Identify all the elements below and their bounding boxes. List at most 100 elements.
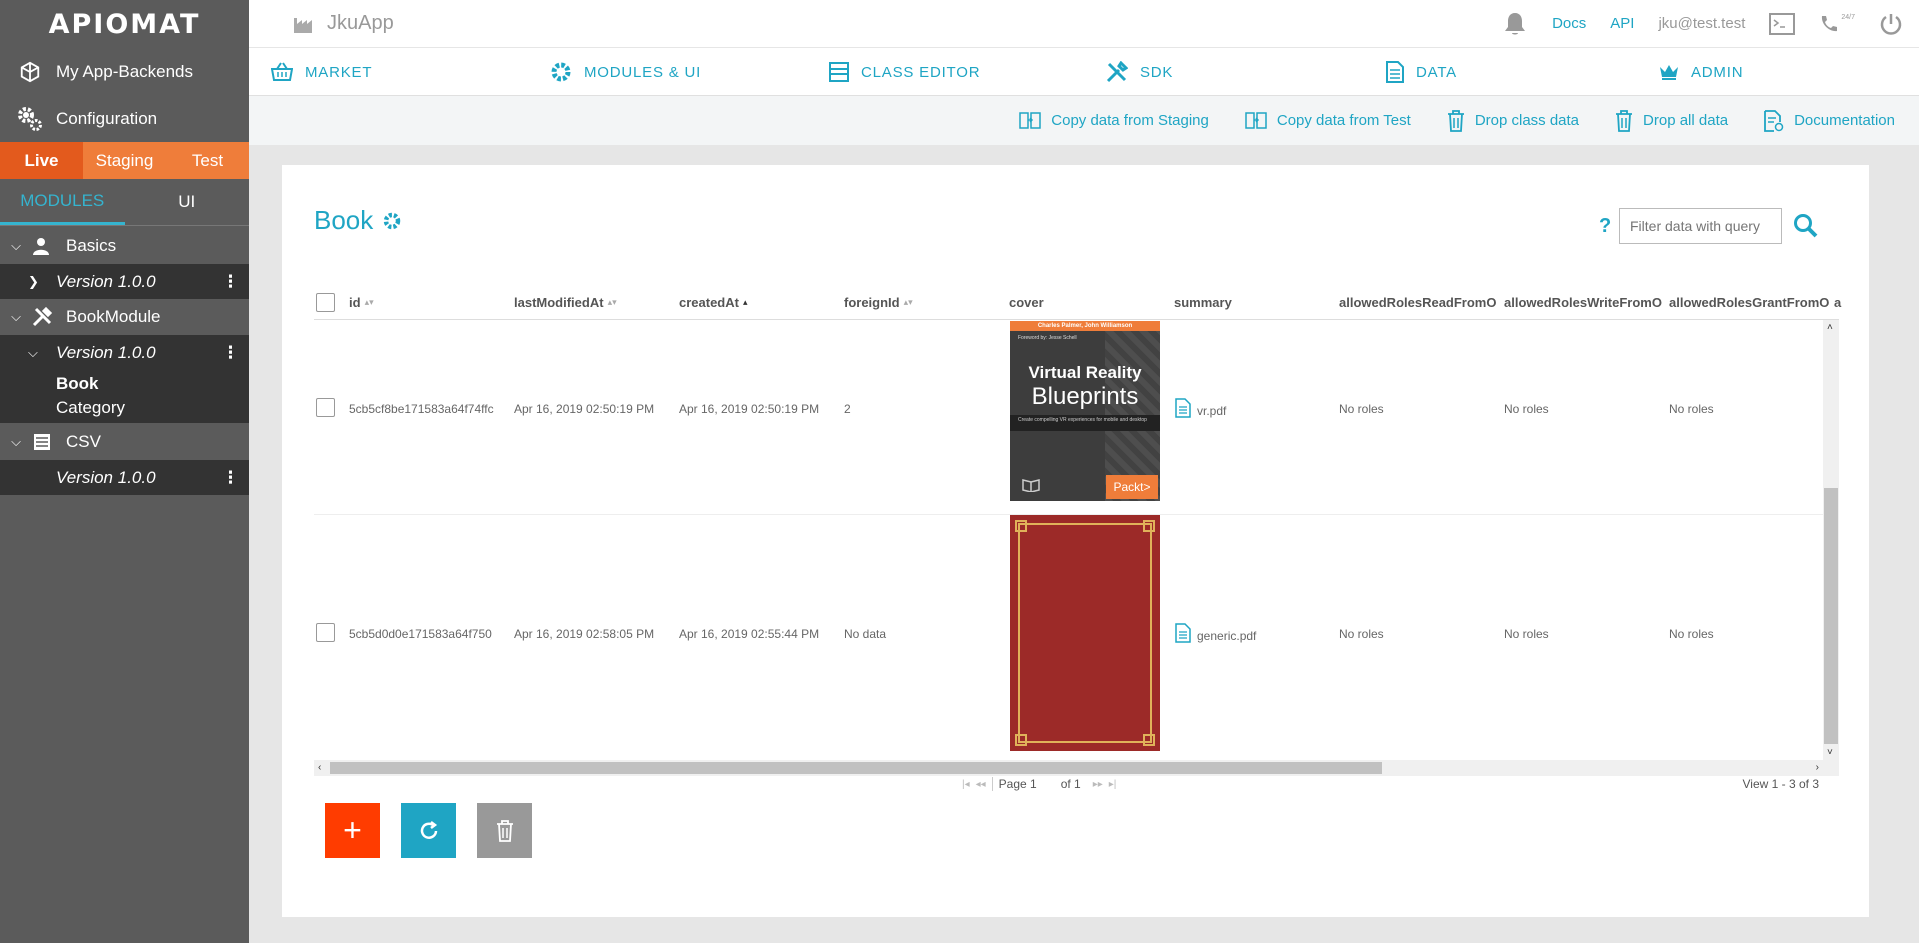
column-header-more[interactable]: a <box>1834 285 1842 320</box>
main-nav: MARKET MODULES & UI CLASS EDITOR SDK DAT… <box>249 48 1919 96</box>
cell-read-roles: No roles <box>1339 627 1384 641</box>
tab-ui[interactable]: UI <box>125 179 250 225</box>
class-item-book[interactable]: Book <box>0 371 249 396</box>
docs-link[interactable]: Docs <box>1540 0 1598 48</box>
copy-from-staging-button[interactable]: Copy data from Staging <box>1019 111 1209 130</box>
cell-foreignid: No data <box>844 627 887 641</box>
support-button[interactable]: 24/7 <box>1807 0 1867 48</box>
more-vertical-icon[interactable]: ⋮ <box>222 272 239 292</box>
module-csv[interactable]: ⌵ CSV <box>0 423 249 460</box>
column-header-lastmodifiedat[interactable]: lastModifiedAt ▴▾ <box>514 285 617 320</box>
terminal-button[interactable] <box>1757 0 1807 48</box>
cover-image-generic[interactable] <box>1010 515 1160 751</box>
delete-button[interactable] <box>477 803 532 858</box>
column-header-createdat[interactable]: createdAt ▴ <box>679 285 748 320</box>
sidebar: APIOMAT My App-Backends Configuration Li… <box>0 0 249 943</box>
cell-grant-roles: No roles <box>1669 402 1714 416</box>
cover-image-vr-blueprints[interactable]: Charles Palmer, John Williamson Foreword… <box>1010 321 1160 501</box>
env-tab-live[interactable]: Live <box>0 142 83 179</box>
next-page-icon[interactable]: ▸▸ <box>1093 779 1103 790</box>
page-label[interactable]: Page 1 <box>991 777 1037 791</box>
gear-icon[interactable] <box>383 212 401 230</box>
chevron-right-icon: ❯ <box>28 273 39 289</box>
user-icon <box>32 237 54 255</box>
user-email[interactable]: jku@test.test <box>1646 0 1757 48</box>
module-bookmodule[interactable]: ⌵ BookModule <box>0 299 249 335</box>
version-label: Version 1.0.0 <box>56 467 156 487</box>
api-link[interactable]: API <box>1598 0 1646 48</box>
last-page-icon[interactable]: ▸| <box>1109 779 1117 790</box>
module-version-basics[interactable]: ❯ Version 1.0.0 ⋮ <box>0 264 249 299</box>
filter-query-input[interactable] <box>1619 208 1782 244</box>
env-tab-test[interactable]: Test <box>166 142 249 179</box>
drop-class-data-button[interactable]: Drop class data <box>1447 109 1579 132</box>
notifications-button[interactable] <box>1490 0 1540 48</box>
corner-ornament <box>1143 734 1155 746</box>
sort-icon: ▴▾ <box>607 297 617 307</box>
app-name[interactable]: JkuApp <box>293 12 394 35</box>
nav-label: CLASS EDITOR <box>861 63 981 81</box>
module-version-csv[interactable]: Version 1.0.0 ⋮ <box>0 460 249 495</box>
topbar: JkuApp Docs API jku@test.test 24/7 <box>249 0 1919 48</box>
horizontal-scroll-thumb[interactable] <box>330 762 1382 774</box>
select-all-checkbox[interactable] <box>316 285 335 320</box>
table-row[interactable]: 5cb5cf8be171583a64f74ffc Apr 16, 2019 02… <box>314 320 1839 515</box>
page-title: Book <box>314 205 401 236</box>
file-icon <box>1175 398 1191 418</box>
nav-market[interactable]: MARKET <box>271 48 372 96</box>
action-bar: Copy data from Staging Copy data from Te… <box>249 96 1919 145</box>
summary-file-link[interactable]: generic.pdf <box>1175 623 1256 643</box>
scroll-left-icon[interactable]: ‹ <box>318 762 321 773</box>
more-vertical-icon[interactable]: ⋮ <box>222 468 239 488</box>
module-basics[interactable]: ⌵ Basics <box>0 228 249 264</box>
first-page-icon[interactable]: |◂ <box>962 779 970 790</box>
nav-data[interactable]: DATA <box>1386 48 1457 96</box>
column-header-allowedrolesread[interactable]: allowedRolesReadFromO <box>1339 285 1502 320</box>
refresh-button[interactable] <box>401 803 456 858</box>
column-header-id[interactable]: id ▴▾ <box>349 285 374 320</box>
drop-all-data-button[interactable]: Drop all data <box>1615 109 1728 132</box>
column-header-foreignid[interactable]: foreignId ▴▾ <box>844 285 913 320</box>
sidebar-item-configuration[interactable]: Configuration <box>0 95 249 142</box>
column-header-allowedrolesgrant[interactable]: allowedRolesGrantFromO <box>1669 285 1832 320</box>
row-checkbox[interactable] <box>316 623 335 642</box>
scroll-right-icon[interactable]: › <box>1816 762 1819 773</box>
summary-file-link[interactable]: vr.pdf <box>1175 398 1226 418</box>
vertical-scroll-thumb[interactable] <box>1824 488 1838 744</box>
search-icon[interactable] <box>1793 213 1819 244</box>
module-version-bookmodule[interactable]: ⌵ Version 1.0.0 ⋮ <box>0 335 249 371</box>
sort-asc-icon: ▴ <box>742 297 748 307</box>
sidebar-item-my-app-backends[interactable]: My App-Backends <box>0 48 249 95</box>
tab-modules[interactable]: MODULES <box>0 179 125 225</box>
action-label: Copy data from Test <box>1276 112 1411 129</box>
nav-sdk[interactable]: SDK <box>1106 48 1173 96</box>
class-item-category[interactable]: Category <box>0 396 249 423</box>
logout-button[interactable] <box>1867 0 1919 48</box>
environment-tabs: Live Staging Test <box>0 142 249 179</box>
copy-from-test-button[interactable]: Copy data from Test <box>1245 111 1411 130</box>
help-button[interactable]: ? <box>1599 215 1611 238</box>
documentation-button[interactable]: Documentation <box>1764 109 1895 132</box>
nav-admin[interactable]: ADMIN <box>1659 48 1743 96</box>
apiomat-logo[interactable]: APIOMAT <box>0 0 249 48</box>
page-of-label: of 1 <box>1060 777 1081 791</box>
prev-page-icon[interactable]: ◂◂ <box>976 779 986 790</box>
row-checkbox[interactable] <box>316 398 335 417</box>
nav-modules-ui[interactable]: MODULES & UI <box>550 48 701 96</box>
vertical-scrollbar[interactable]: ˄ ˅ <box>1823 320 1839 760</box>
file-name: generic.pdf <box>1197 629 1257 643</box>
column-header-allowedroleswrite[interactable]: allowedRolesWriteFromO <box>1504 285 1667 320</box>
add-button[interactable]: + <box>325 803 380 858</box>
env-tab-staging[interactable]: Staging <box>83 142 166 179</box>
nav-class-editor[interactable]: CLASS EDITOR <box>829 48 980 96</box>
data-table: id ▴▾ lastModifiedAt ▴▾ createdAt ▴ foreign… <box>314 285 1842 776</box>
refresh-icon <box>420 820 437 839</box>
tools-icon <box>32 307 54 327</box>
scroll-up-icon[interactable]: ˄ <box>1827 322 1833 333</box>
more-vertical-icon[interactable]: ⋮ <box>222 343 239 363</box>
scroll-down-icon[interactable]: ˅ <box>1827 747 1833 758</box>
table-row[interactable]: 5cb5d0d0e171583a64f750 Apr 16, 2019 02:5… <box>314 515 1839 760</box>
column-header-cover[interactable]: cover <box>1009 285 1044 320</box>
horizontal-scrollbar[interactable]: ‹ › <box>314 760 1839 776</box>
column-header-summary[interactable]: summary <box>1174 285 1232 320</box>
